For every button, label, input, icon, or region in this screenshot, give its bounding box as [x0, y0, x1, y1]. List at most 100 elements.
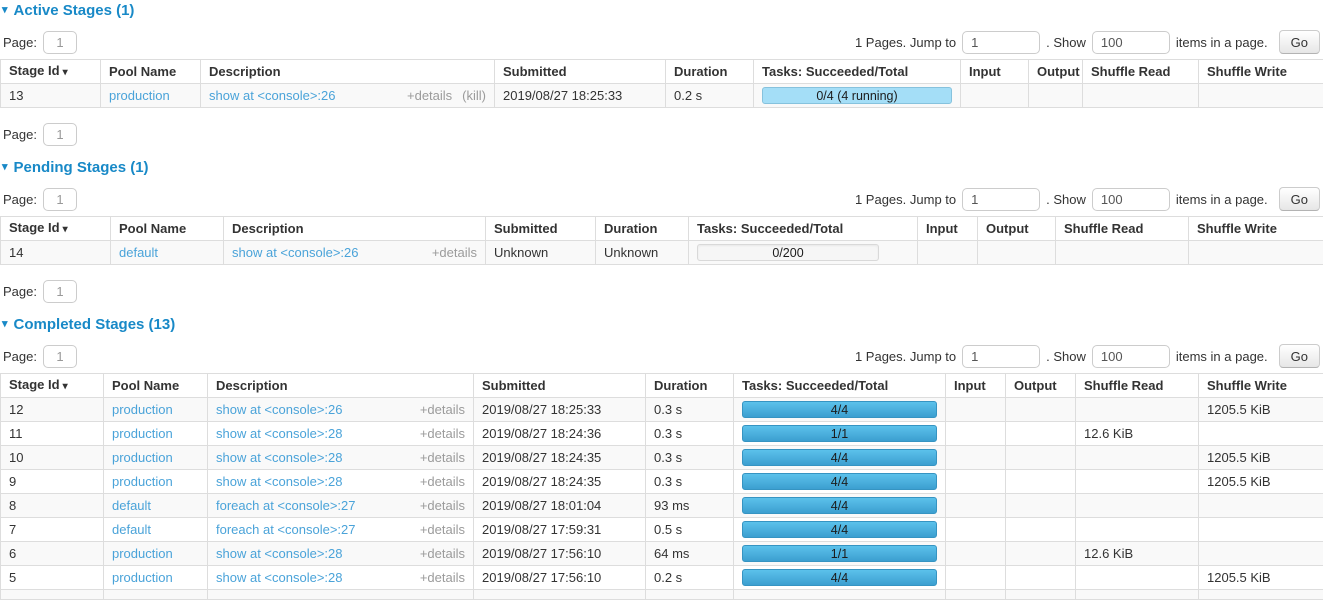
stage-id-cell: 11: [1, 422, 104, 446]
details-toggle-link[interactable]: +details: [420, 522, 465, 537]
pool-name-link[interactable]: default: [112, 498, 151, 513]
output-cell: [1006, 398, 1076, 422]
pool-name-link[interactable]: production: [112, 450, 173, 465]
stage-row: 7defaultforeach at <console>:27+details2…: [1, 518, 1323, 542]
pool-name-cell: production: [104, 542, 208, 566]
pager-bottom-pending: Page:: [3, 279, 1320, 303]
section-header-pending-stages[interactable]: ▾ Pending Stages (1): [2, 159, 1323, 176]
column-header-pool-name[interactable]: Pool Name: [111, 217, 224, 241]
output-cell: [1006, 422, 1076, 446]
go-button[interactable]: Go: [1279, 344, 1320, 368]
show-count-input[interactable]: [1092, 345, 1170, 368]
column-header-stage-id[interactable]: Stage Id▾: [1, 60, 101, 84]
column-header-input[interactable]: Input: [946, 374, 1006, 398]
pool-name-link[interactable]: default: [119, 245, 158, 260]
pool-name-link[interactable]: production: [109, 88, 170, 103]
column-header-tasks-succeeded-total[interactable]: Tasks: Succeeded/Total: [689, 217, 918, 241]
jump-to-input[interactable]: [962, 31, 1040, 54]
column-header-submitted[interactable]: Submitted: [486, 217, 596, 241]
column-header-stage-id[interactable]: Stage Id▾: [1, 374, 104, 398]
pool-name-link[interactable]: production: [112, 402, 173, 417]
column-header-description[interactable]: Description: [224, 217, 486, 241]
column-header-output[interactable]: Output: [978, 217, 1056, 241]
column-header-output[interactable]: Output: [1006, 374, 1076, 398]
column-header-pool-name[interactable]: Pool Name: [104, 374, 208, 398]
submitted-cell: 2019/08/27 17:56:10: [474, 566, 646, 590]
column-header-submitted[interactable]: Submitted: [474, 374, 646, 398]
stage-description-link[interactable]: show at <console>:28: [216, 450, 342, 465]
column-header-submitted[interactable]: Submitted: [495, 60, 666, 84]
column-header-tasks-succeeded-total[interactable]: Tasks: Succeeded/Total: [754, 60, 961, 84]
jump-to-input[interactable]: [962, 345, 1040, 368]
page-number-input[interactable]: [43, 280, 77, 303]
column-header-duration[interactable]: Duration: [666, 60, 754, 84]
pool-name-link[interactable]: production: [112, 474, 173, 489]
column-header-shuffle-read[interactable]: Shuffle Read: [1083, 60, 1199, 84]
stage-id-cell: 8: [1, 494, 104, 518]
column-header-shuffle-write[interactable]: Shuffle Write: [1189, 217, 1323, 241]
go-button[interactable]: Go: [1279, 30, 1320, 54]
details-toggle-link[interactable]: +details: [420, 402, 465, 417]
details-toggle-link[interactable]: +details: [420, 546, 465, 561]
pool-name-link[interactable]: production: [112, 570, 173, 585]
output-cell: [1006, 518, 1076, 542]
collapse-arrow-icon: ▾: [2, 319, 8, 330]
stage-description-link[interactable]: show at <console>:28: [216, 426, 342, 441]
section-header-active-stages[interactable]: ▾ Active Stages (1): [2, 2, 1323, 19]
pool-name-link[interactable]: production: [112, 546, 173, 561]
column-header-shuffle-write[interactable]: Shuffle Write: [1199, 374, 1323, 398]
stage-row: 13productionshow at <console>:26+details…: [1, 84, 1323, 108]
shuffle-read-cell: [1076, 446, 1199, 470]
shuffle-read-cell: [1076, 494, 1199, 518]
stage-description-link[interactable]: show at <console>:28: [216, 570, 342, 585]
column-header-shuffle-read[interactable]: Shuffle Read: [1056, 217, 1189, 241]
active-stages-table: Stage Id▾Pool NameDescriptionSubmittedDu…: [0, 59, 1323, 108]
stage-description-link[interactable]: show at <console>:26: [209, 88, 335, 103]
section-header-completed-stages[interactable]: ▾ Completed Stages (13): [2, 316, 1323, 333]
column-header-input[interactable]: Input: [918, 217, 978, 241]
stage-description-link[interactable]: show at <console>:26: [216, 402, 342, 417]
jump-to-input[interactable]: [962, 188, 1040, 211]
column-header-duration[interactable]: Duration: [646, 374, 734, 398]
column-header-duration[interactable]: Duration: [596, 217, 689, 241]
column-header-tasks-succeeded-total[interactable]: Tasks: Succeeded/Total: [734, 374, 946, 398]
details-toggle-link[interactable]: +details: [420, 570, 465, 585]
details-toggle-link[interactable]: +details: [420, 498, 465, 513]
details-toggle-link[interactable]: +details: [420, 474, 465, 489]
show-count-input[interactable]: [1092, 31, 1170, 54]
column-header-stage-id[interactable]: Stage Id▾: [1, 217, 111, 241]
column-header-shuffle-read[interactable]: Shuffle Read: [1076, 374, 1199, 398]
page-label: Page:: [3, 284, 37, 299]
details-toggle-link[interactable]: +details: [407, 88, 452, 103]
details-toggle-link[interactable]: +details: [420, 426, 465, 441]
column-header-output[interactable]: Output: [1029, 60, 1083, 84]
stage-description-link[interactable]: foreach at <console>:27: [216, 522, 356, 537]
output-cell: [1006, 494, 1076, 518]
stage-description-link[interactable]: show at <console>:28: [216, 474, 342, 489]
column-header-input[interactable]: Input: [961, 60, 1029, 84]
page-number-input[interactable]: [43, 345, 77, 368]
tasks-cell: 4/4: [734, 566, 946, 590]
column-header-pool-name[interactable]: Pool Name: [101, 60, 201, 84]
stage-description-link[interactable]: foreach at <console>:27: [216, 498, 356, 513]
sort-desc-icon: ▾: [63, 381, 68, 392]
stage-row: 5productionshow at <console>:28+details2…: [1, 566, 1323, 590]
pool-name-link[interactable]: production: [112, 426, 173, 441]
page-number-input[interactable]: [43, 188, 77, 211]
column-header-description[interactable]: Description: [208, 374, 474, 398]
pool-name-link[interactable]: default: [112, 522, 151, 537]
stage-id-cell: 7: [1, 518, 104, 542]
details-toggle-link[interactable]: +details: [432, 245, 477, 260]
kill-link[interactable]: (kill): [462, 88, 486, 103]
stage-description-link[interactable]: show at <console>:28: [216, 546, 342, 561]
page-number-input[interactable]: [43, 123, 77, 146]
show-count-input[interactable]: [1092, 188, 1170, 211]
stage-description-link[interactable]: show at <console>:26: [232, 245, 358, 260]
column-header-description[interactable]: Description: [201, 60, 495, 84]
go-button[interactable]: Go: [1279, 187, 1320, 211]
page-number-input[interactable]: [43, 31, 77, 54]
tasks-cell: 1/1: [734, 422, 946, 446]
details-toggle-link[interactable]: +details: [420, 450, 465, 465]
task-progress-bar: 4/4: [742, 521, 937, 538]
column-header-shuffle-write[interactable]: Shuffle Write: [1199, 60, 1323, 84]
